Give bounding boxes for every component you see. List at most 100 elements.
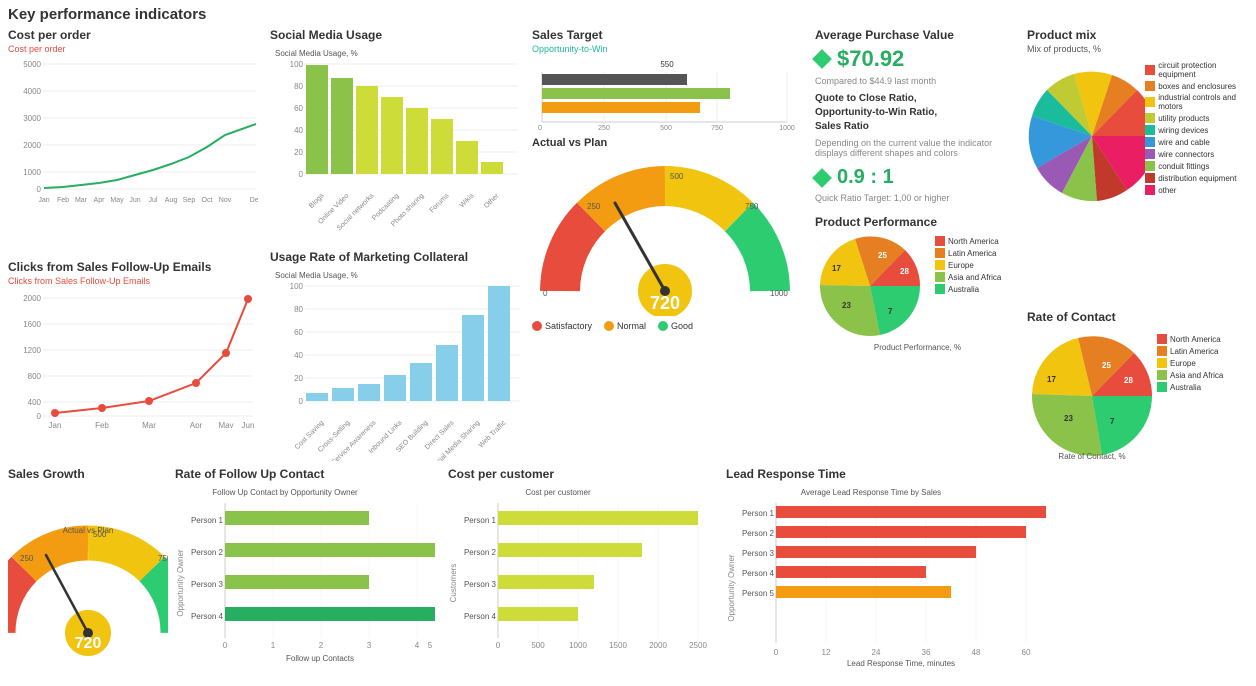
svg-text:0: 0	[774, 648, 779, 657]
svg-text:1200: 1200	[23, 346, 41, 355]
cost-per-order-section: Cost per order Cost per order 5000 4000 …	[8, 28, 263, 217]
svg-text:1500: 1500	[609, 641, 627, 650]
actual-vs-plan-title: Actual vs Plan	[532, 137, 807, 149]
svg-text:3000: 3000	[23, 114, 41, 123]
marketing-section: Usage Rate of Marketing Collateral Socia…	[270, 250, 530, 464]
svg-text:Jan: Jan	[49, 421, 62, 428]
svg-text:Actual vs Plan: Actual vs Plan	[63, 526, 114, 535]
follow-up-section: Rate of Follow Up Contact Follow Up Cont…	[175, 467, 440, 671]
cost-customer-section: Cost per customer Cost per customer Cust…	[448, 467, 718, 671]
lead-response-section: Lead Response Time Average Lead Response…	[726, 467, 1052, 671]
svg-text:5: 5	[428, 641, 433, 650]
svg-text:Person 3: Person 3	[742, 549, 775, 558]
rate-contact-section: Rate of Contact 28 25 17 23 7 Rate of Co…	[1027, 310, 1252, 466]
svg-text:0: 0	[538, 125, 542, 132]
svg-text:Mar: Mar	[75, 197, 88, 204]
svg-text:400: 400	[28, 398, 42, 407]
svg-text:Wikis: Wikis	[459, 192, 476, 209]
purchase-desc1: Quote to Close Ratio,Opportunity-to-Win …	[815, 92, 1020, 134]
svg-text:0: 0	[299, 397, 304, 406]
rate-contact-title: Rate of Contact	[1027, 310, 1252, 324]
svg-text:Apr: Apr	[190, 421, 203, 428]
cost-per-order-sub: Cost per order	[8, 44, 263, 54]
svg-text:Social Media Usage, %: Social Media Usage, %	[275, 271, 358, 280]
svg-text:Cost per customer: Cost per customer	[525, 488, 591, 497]
svg-text:720: 720	[75, 635, 102, 652]
svg-text:0: 0	[496, 641, 501, 650]
svg-text:Person 2: Person 2	[464, 548, 497, 557]
svg-text:Aug: Aug	[165, 197, 178, 204]
svg-text:4: 4	[415, 641, 420, 650]
svg-text:500: 500	[531, 641, 545, 650]
clicks-title: Clicks from Sales Follow-Up Emails	[8, 260, 263, 274]
svg-text:Opportunity Owner: Opportunity Owner	[727, 554, 736, 621]
svg-text:May: May	[218, 421, 233, 428]
svg-text:750: 750	[711, 125, 723, 132]
svg-text:2000: 2000	[23, 294, 41, 303]
svg-text:Web Traffic: Web Traffic	[478, 419, 508, 449]
svg-text:3: 3	[367, 641, 372, 650]
svg-text:Average Lead Response Time by: Average Lead Response Time by Sales	[801, 488, 941, 497]
svg-text:2: 2	[319, 641, 324, 650]
diamond-2	[812, 168, 832, 188]
svg-text:Person 4: Person 4	[742, 569, 775, 578]
cost-customer-title: Cost per customer	[448, 467, 718, 481]
svg-text:Person 3: Person 3	[191, 580, 224, 589]
svg-text:Person 3: Person 3	[464, 580, 497, 589]
diamond-1	[812, 49, 832, 69]
product-mix-title-2: Product mix	[1027, 28, 1252, 42]
svg-text:80: 80	[294, 305, 303, 314]
svg-text:Lead Response Time, minutes: Lead Response Time, minutes	[847, 659, 955, 668]
svg-text:40: 40	[294, 351, 303, 360]
svg-text:Apr: Apr	[94, 197, 106, 204]
avg-purchase-section: Average Purchase Value $70.92 Compared t…	[815, 28, 1020, 352]
svg-text:25: 25	[1102, 361, 1111, 370]
svg-text:24: 24	[872, 648, 881, 657]
svg-text:23: 23	[842, 301, 851, 310]
marketing-title: Usage Rate of Marketing Collateral	[270, 250, 530, 264]
svg-text:20: 20	[294, 374, 303, 383]
svg-text:Feb: Feb	[95, 421, 109, 428]
lead-response-title: Lead Response Time	[726, 467, 1052, 481]
svg-text:36: 36	[922, 648, 931, 657]
svg-text:1600: 1600	[23, 320, 41, 329]
svg-text:2000: 2000	[649, 641, 667, 650]
svg-text:1: 1	[271, 641, 276, 650]
svg-text:80: 80	[294, 82, 303, 91]
svg-text:100: 100	[290, 60, 304, 69]
svg-text:Blogs: Blogs	[308, 192, 326, 210]
svg-text:Forums: Forums	[429, 192, 451, 214]
purchase-desc2: Depending on the current value the indic…	[815, 138, 1020, 158]
svg-text:60: 60	[294, 104, 303, 113]
svg-text:0: 0	[543, 289, 548, 298]
sales-target-section: Sales Target Opportunity-to-Win 550 0 25…	[532, 28, 807, 331]
svg-text:1000: 1000	[770, 289, 788, 298]
svg-text:500: 500	[660, 125, 672, 132]
purchase-value: $70.92	[837, 46, 904, 72]
svg-text:17: 17	[832, 264, 841, 273]
svg-text:Person 1: Person 1	[742, 509, 775, 518]
svg-text:0: 0	[37, 412, 42, 421]
svg-text:4000: 4000	[23, 87, 41, 96]
svg-text:500: 500	[670, 172, 684, 181]
svg-text:1000: 1000	[569, 641, 587, 650]
svg-text:23: 23	[1064, 414, 1073, 423]
svg-text:Oct: Oct	[202, 197, 213, 204]
svg-text:750: 750	[745, 202, 759, 211]
svg-text:0: 0	[299, 170, 304, 179]
svg-text:250: 250	[598, 125, 610, 132]
product-perf-subtitle: Product Performance, %	[815, 343, 1020, 352]
svg-text:48: 48	[972, 648, 981, 657]
svg-text:Person 1: Person 1	[464, 516, 497, 525]
svg-text:Nov: Nov	[219, 197, 232, 204]
svg-text:7: 7	[1110, 417, 1115, 426]
svg-text:Follow up Contacts: Follow up Contacts	[286, 654, 354, 663]
svg-text:28: 28	[1124, 376, 1133, 385]
product-perf-title: Product Performance	[815, 215, 1020, 229]
svg-text:1000: 1000	[779, 125, 795, 132]
avg-purchase-title-2: Average Purchase Value	[815, 28, 1020, 42]
svg-text:12: 12	[822, 648, 831, 657]
opp-to-win: Opportunity-to-Win	[532, 44, 807, 54]
svg-text:7: 7	[888, 307, 893, 316]
sales-target-title-2: Sales Target	[532, 28, 807, 42]
